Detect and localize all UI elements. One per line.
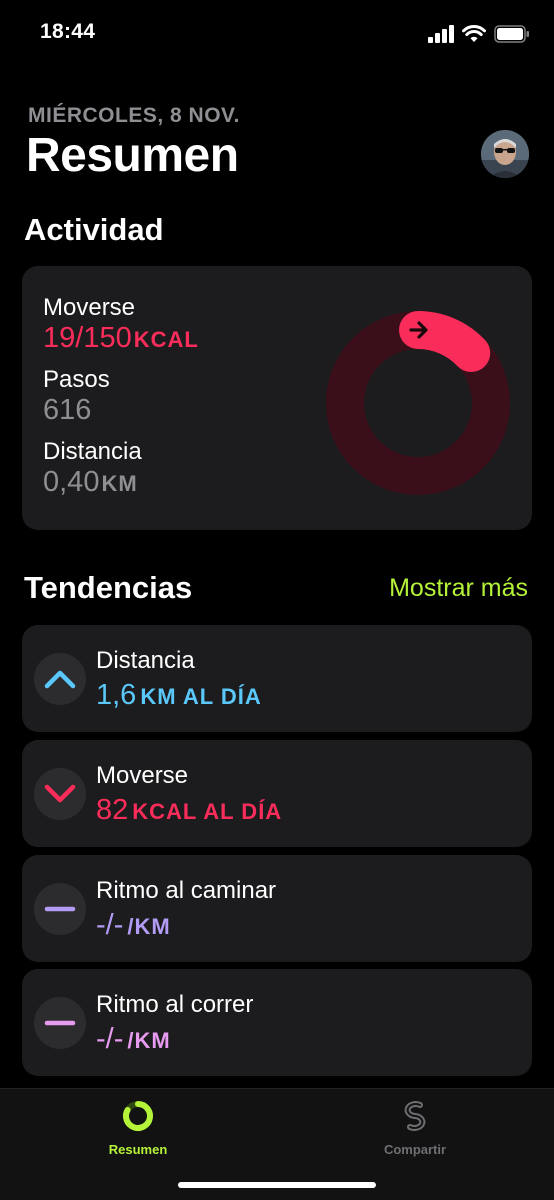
- avatar[interactable]: [481, 130, 529, 178]
- trend-value-unit: KM AL DÍA: [140, 684, 262, 709]
- trend-label: Moverse: [96, 762, 189, 789]
- trend-indicator: [34, 997, 86, 1049]
- steps-value: 616: [43, 394, 92, 426]
- trend-value-number: -/-: [96, 909, 124, 941]
- cellular-signal-icon: [428, 25, 454, 43]
- show-more-link[interactable]: Mostrar más: [389, 574, 528, 603]
- move-label: Moverse: [43, 294, 136, 321]
- trend-value: -/-/KM: [96, 1023, 171, 1056]
- move-value: 19/150KCAL: [43, 322, 199, 355]
- trend-card-walking-pace[interactable]: Ritmo al caminar -/-/KM: [22, 855, 532, 962]
- tab-share-label: Compartir: [383, 1142, 447, 1157]
- trend-value-unit: /KM: [127, 1028, 171, 1053]
- wifi-icon: [462, 25, 486, 42]
- tab-summary-label: Resumen: [108, 1142, 168, 1157]
- trend-card-running-pace[interactable]: Ritmo al correr -/-/KM: [22, 969, 532, 1076]
- trend-indicator: [34, 883, 86, 935]
- chevron-down-icon: [44, 784, 76, 803]
- steps-label: Pasos: [43, 366, 110, 393]
- trend-label: Ritmo al caminar: [96, 877, 277, 904]
- activity-section-title: Actividad: [24, 212, 164, 247]
- trend-value-number: 82: [96, 794, 129, 826]
- status-bar: 18:44: [0, 0, 554, 66]
- trend-label: Distancia: [96, 647, 195, 674]
- tab-summary[interactable]: Resumen: [68, 1099, 208, 1157]
- trend-value-unit: /KM: [127, 914, 171, 939]
- distance-label: Distancia: [43, 438, 142, 465]
- status-time: 18:44: [40, 20, 96, 43]
- summary-screen: 18:44 MIÉRCOLES, 8 NOV. Resumen Activida…: [0, 0, 554, 1200]
- distance-value: 0,40KM: [43, 466, 138, 499]
- home-indicator[interactable]: [178, 1182, 376, 1188]
- trend-value: 82 KCAL AL DÍA: [96, 794, 282, 827]
- activity-ring-icon: [123, 1101, 153, 1131]
- profile-photo-icon: [481, 130, 529, 178]
- trend-value-unit: KCAL AL DÍA: [132, 799, 283, 824]
- move-value-unit: KCAL: [133, 327, 199, 352]
- trend-indicator: [34, 768, 86, 820]
- minus-icon: [44, 1020, 76, 1026]
- distance-value-number: 0,40: [43, 466, 100, 498]
- date-label: MIÉRCOLES, 8 NOV.: [28, 104, 240, 127]
- distance-value-unit: KM: [101, 471, 138, 496]
- chevron-up-icon: [44, 670, 76, 689]
- battery-icon: [494, 25, 529, 43]
- trends-section-title: Tendencias: [24, 570, 193, 605]
- trend-value-number: 1,6: [96, 679, 137, 711]
- trend-value-number: -/-: [96, 1023, 124, 1055]
- minus-icon: [44, 906, 76, 912]
- trend-card-distance[interactable]: Distancia 1,6 KM AL DÍA: [22, 625, 532, 732]
- trend-label: Ritmo al correr: [96, 991, 254, 1018]
- page-title: Resumen: [26, 129, 239, 182]
- sharing-icon: [404, 1101, 426, 1131]
- trend-value: 1,6 KM AL DÍA: [96, 679, 262, 712]
- trend-card-move[interactable]: Moverse 82 KCAL AL DÍA: [22, 740, 532, 847]
- tab-share[interactable]: Compartir: [345, 1099, 485, 1157]
- move-ring: [326, 311, 510, 495]
- activity-card[interactable]: Moverse 19/150KCAL Pasos 616 Distancia 0…: [22, 266, 532, 530]
- move-value-number: 19/150: [43, 322, 132, 354]
- status-icons: [428, 24, 530, 44]
- trend-value: -/-/KM: [96, 909, 171, 942]
- trend-indicator: [34, 653, 86, 705]
